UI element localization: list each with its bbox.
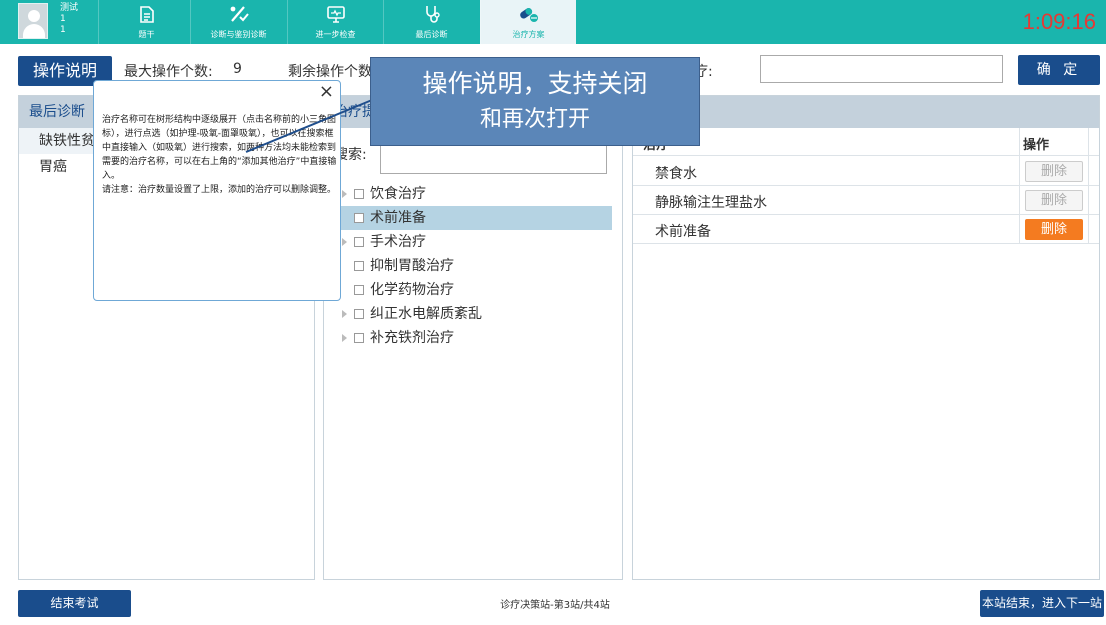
expand-arrow-icon[interactable] (342, 310, 347, 318)
avatar (18, 3, 48, 39)
help-paragraph: 请注意：治疗数量设置了上限，添加的治疗可以删除调整。 (102, 185, 337, 195)
max-ops-value: 9 (233, 61, 242, 77)
annotation-callout: 操作说明，支持关闭 和再次打开 (370, 57, 700, 146)
help-text: 治疗名称可在树形结构中逐级展开（点击名称前的小三角图标），进行点选（如护理-吸氧… (102, 113, 338, 197)
user-name: 测试 1 1 (60, 3, 79, 35)
tree-node[interactable]: 纠正水电解质紊乱 (336, 302, 612, 326)
selected-treatments-panel: 治疗 操作 禁食水 删除 静脉输注生理盐水 删除 术前准备 删除 (632, 95, 1100, 580)
checkbox[interactable] (354, 309, 364, 319)
tab-final-diagnosis[interactable]: 最后诊断 (383, 0, 479, 44)
expand-arrow-icon[interactable] (342, 334, 347, 342)
table-row: 静脉输注生理盐水 删除 (633, 186, 1099, 215)
tree-node[interactable]: 抑制胃酸治疗 (336, 254, 612, 278)
help-popup: × 治疗名称可在树形结构中逐级展开（点击名称前的小三角图标），进行点选（如护理-… (93, 80, 341, 301)
callout-line: 操作说明，支持关闭 (422, 69, 648, 98)
help-paragraph: 治疗名称可在树形结构中逐级展开（点击名称前的小三角图标），进行点选（如护理-吸氧… (102, 115, 337, 181)
add-other-input[interactable] (760, 55, 1003, 83)
checkbox[interactable] (354, 333, 364, 343)
user-info: 测试 1 1 (18, 3, 108, 41)
checkbox[interactable] (354, 189, 364, 199)
treatment-name: 静脉输注生理盐水 (655, 195, 767, 211)
checkbox[interactable] (354, 237, 364, 247)
callout-line: 和再次打开 (479, 107, 590, 132)
table-row: 禁食水 删除 (633, 157, 1099, 186)
monitor-icon (288, 4, 383, 24)
countdown-timer: 1:09:16 (1022, 9, 1096, 34)
expand-arrow-icon[interactable] (342, 238, 347, 246)
table-row: 术前准备 删除 (633, 215, 1099, 244)
delete-button[interactable]: 删除 (1025, 219, 1083, 240)
treatment-name: 术前准备 (655, 224, 711, 240)
tree-node[interactable]: 化学药物治疗 (336, 278, 612, 302)
delete-button[interactable]: 删除 (1025, 161, 1083, 182)
tab-treatment-plan[interactable]: 治疗方案 (480, 0, 576, 44)
tree-node[interactable]: 补充铁剂治疗 (336, 326, 612, 350)
top-bar: 测试 1 1 题干 诊断与鉴别诊断 进一步检查 最后诊断 治疗方案 1:09:1… (0, 0, 1106, 44)
checkbox[interactable] (354, 213, 364, 223)
treatment-tree: 饮食治疗 术前准备 手术治疗 抑制胃酸治疗 化学药物治疗 纠正水电解质紊乱 补充… (336, 182, 612, 350)
remaining-ops-label: 剩余操作个数 (288, 64, 372, 80)
close-icon[interactable]: × (319, 81, 334, 103)
expand-arrow-icon[interactable] (342, 190, 347, 198)
next-station-button[interactable]: 本站结束，进入下一站 (980, 590, 1104, 617)
tree-node[interactable]: 饮食治疗 (336, 182, 612, 206)
delete-button[interactable]: 删除 (1025, 190, 1083, 211)
checkbox[interactable] (354, 261, 364, 271)
column-header-action: 操作 (1023, 138, 1050, 153)
confirm-button[interactable]: 确 定 (1018, 55, 1100, 85)
tab-further-exam[interactable]: 进一步检查 (287, 0, 383, 44)
treatment-name: 禁食水 (655, 166, 697, 182)
tree-node[interactable]: 手术治疗 (336, 230, 612, 254)
document-icon (99, 4, 194, 24)
end-exam-button[interactable]: 结束考试 (18, 590, 131, 617)
percent-check-icon (191, 4, 286, 24)
panel-title (633, 96, 1099, 128)
tree-node[interactable]: 术前准备 (336, 206, 612, 230)
table-header: 治疗 操作 (633, 128, 1099, 156)
max-ops-label: 最大操作个数: (124, 64, 213, 80)
checkbox[interactable] (354, 285, 364, 295)
station-indicator: 诊疗决策站-第3站/共4站 (500, 600, 610, 611)
tab-stem[interactable]: 题干 (98, 0, 194, 44)
stethoscope-icon (384, 4, 479, 24)
pills-icon (481, 4, 576, 24)
treatment-tree-panel: 治疗提 搜索: 饮食治疗 术前准备 手术治疗 抑制胃酸治疗 化学药物治疗 纠正水… (323, 95, 623, 580)
tab-diagnosis[interactable]: 诊断与鉴别诊断 (190, 0, 286, 44)
